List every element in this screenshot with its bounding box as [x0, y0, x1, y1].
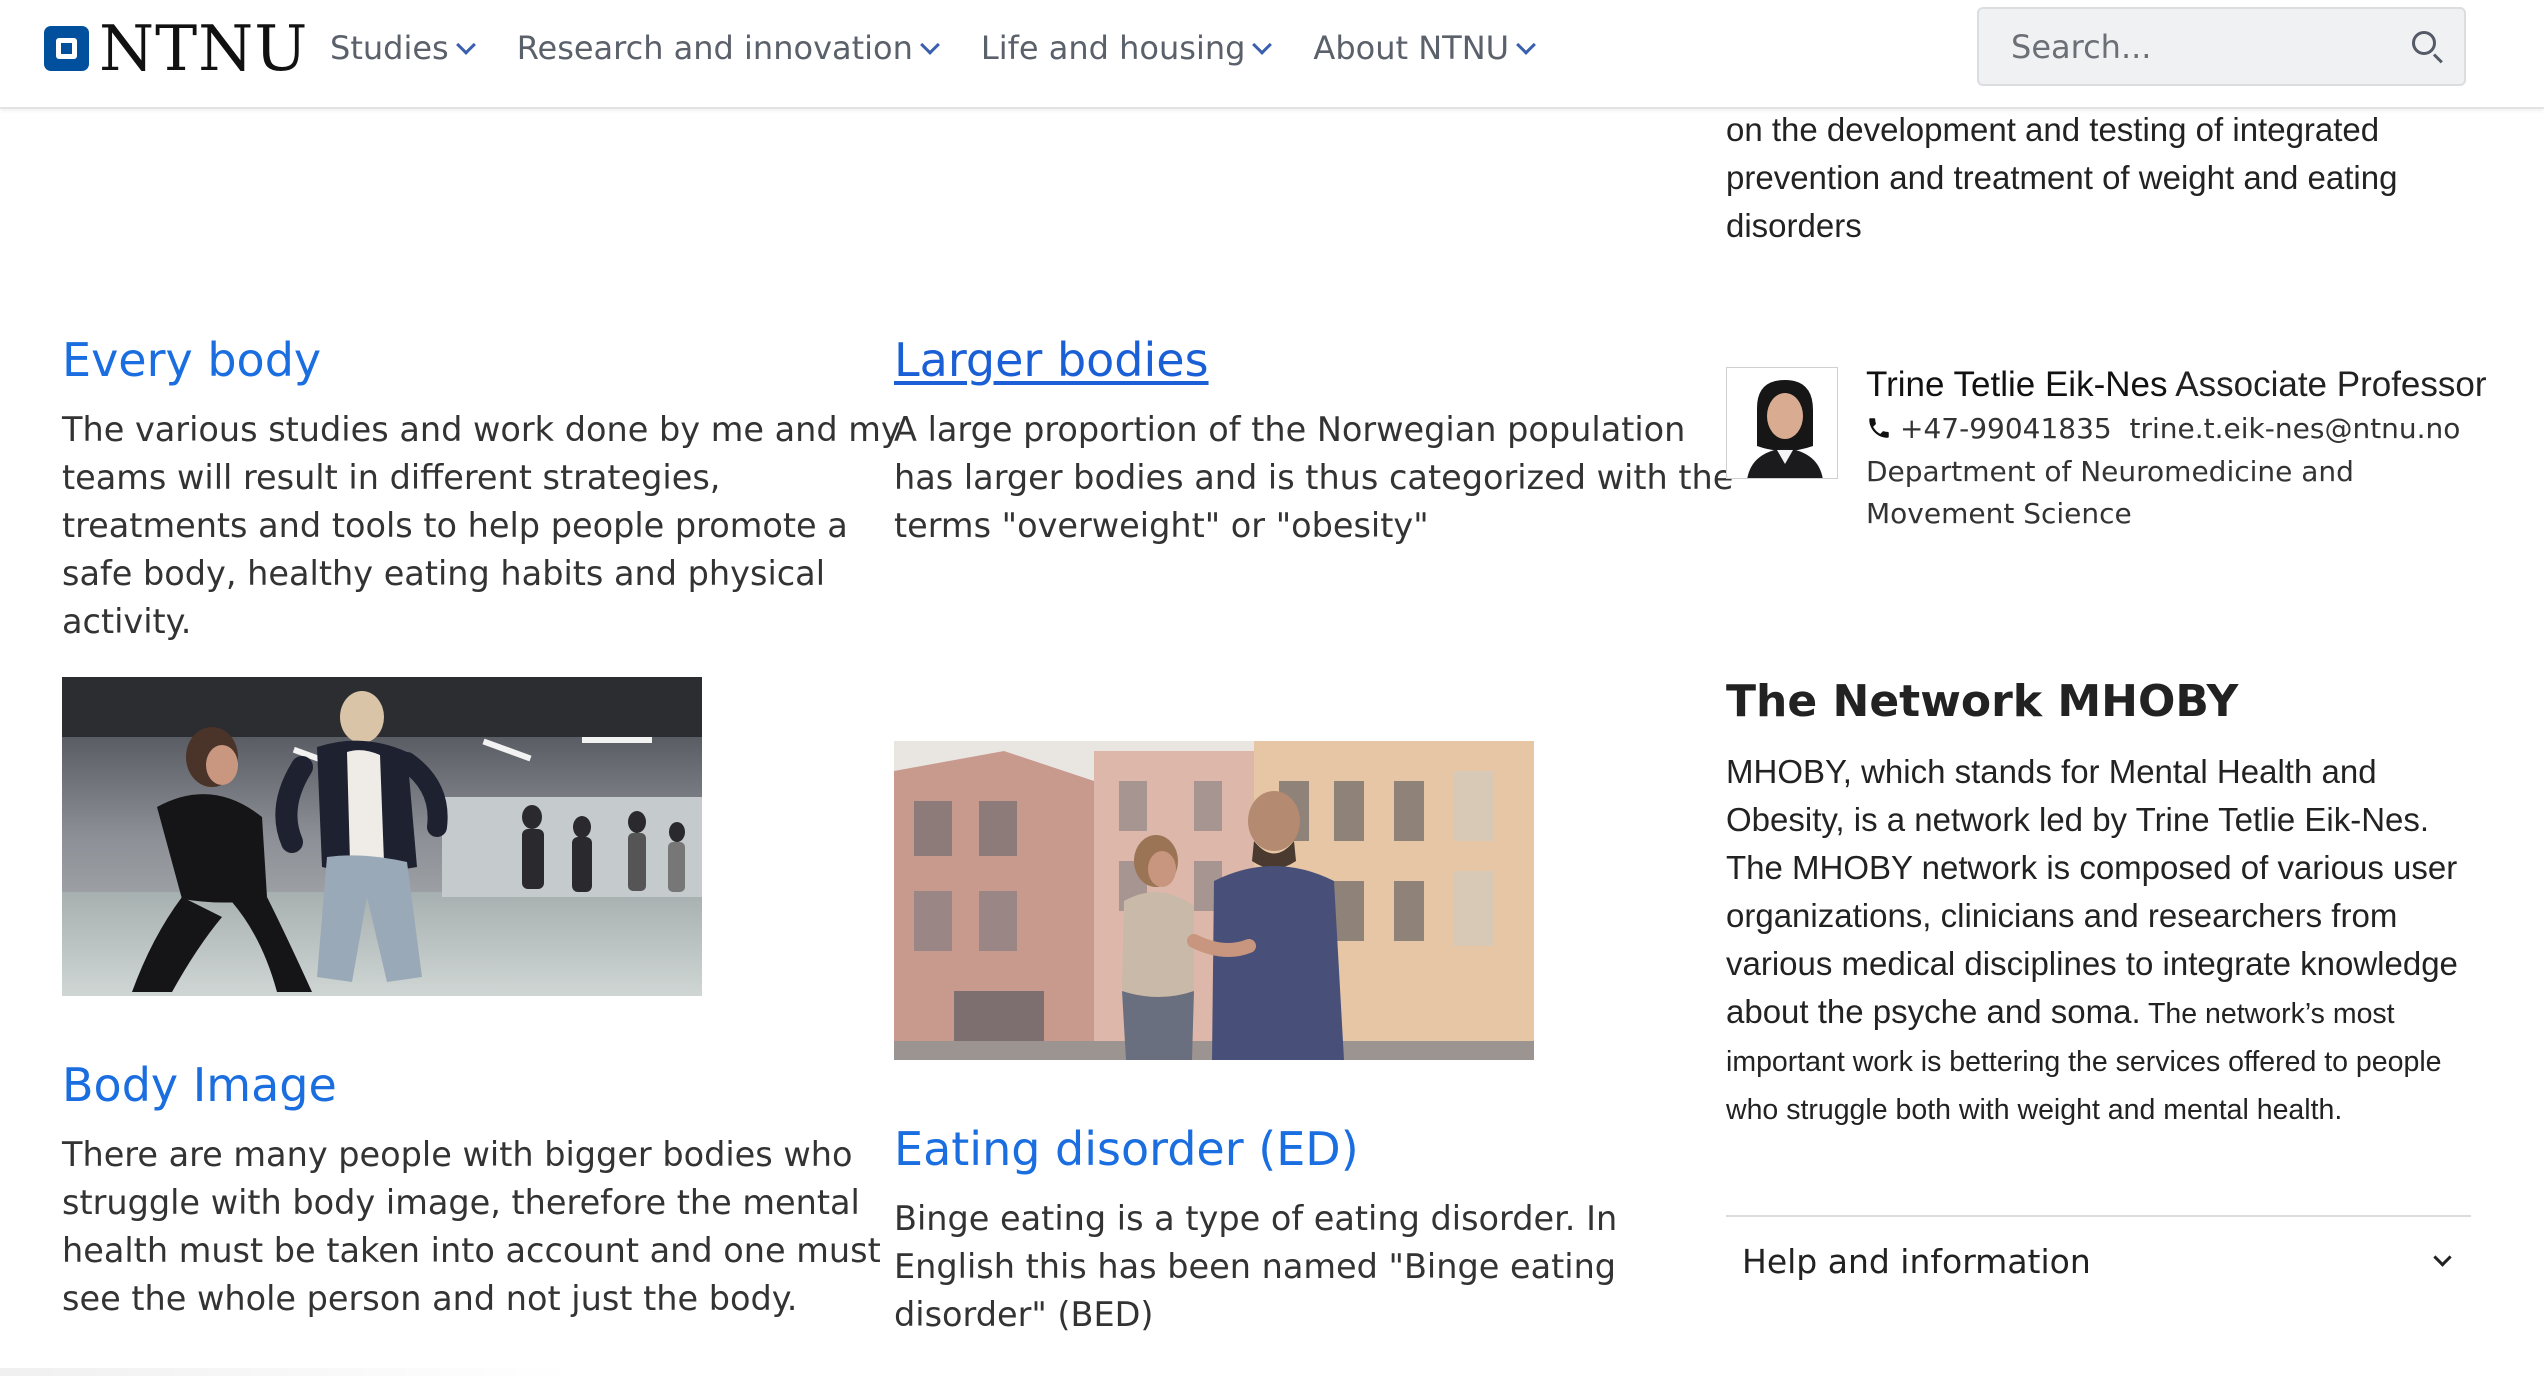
text-line: activity. — [62, 602, 192, 641]
text-line: disorders — [1726, 207, 1862, 244]
text-line: treatments and tools to help people prom… — [62, 506, 848, 545]
text-line: Obesity, is a network led by Trine Tetli… — [1726, 801, 2430, 838]
text-line: disorder" (BED) — [894, 1295, 1154, 1334]
text-line: organizations, clinicians and researcher… — [1726, 897, 2398, 934]
text-line: The MHOBY network is composed of various… — [1726, 849, 2458, 886]
larger-bodies-link[interactable]: Larger bodies — [894, 333, 1209, 387]
text-line: see the whole person and not just the bo… — [62, 1279, 798, 1318]
text-line: has larger bodies and is thus categorize… — [894, 458, 1734, 497]
text-line: on the development and testing of integr… — [1726, 111, 2380, 148]
help-label: Help and information — [1742, 1241, 2091, 1281]
text-line: MHOBY, which stands for Mental Health an… — [1726, 753, 2377, 790]
text-line: important work is bettering the services… — [1726, 1046, 2442, 1078]
contact-phone[interactable]: +47-99041835 — [1900, 412, 2112, 445]
main-nav: Studies Research and innovation Life and… — [330, 0, 1577, 95]
nav-label: Life and housing — [980, 28, 1246, 67]
contact-email[interactable]: trine.t.eik-nes@ntnu.no — [2130, 412, 2461, 445]
intro-paragraph: on the development and testing of integr… — [1726, 106, 2397, 250]
help-accordion[interactable]: Help and information — [1726, 1215, 2471, 1305]
chevron-down-icon — [455, 34, 476, 55]
divider — [0, 1368, 580, 1376]
network-text: MHOBY, which stands for Mental Health an… — [1726, 748, 2458, 1134]
every-body-title[interactable]: Every body — [62, 333, 321, 387]
text-line: teams will result in different strategie… — [62, 458, 721, 497]
text-line: struggle with body image, therefore the … — [62, 1183, 860, 1222]
contact-department[interactable]: Department of Neuromedicine and Movement… — [1866, 451, 2354, 535]
contact-name[interactable]: Trine Tetlie Eik-Nes — [1866, 365, 2167, 404]
nav-research-and-innovation[interactable]: Research and innovation — [516, 28, 940, 67]
text-line: There are many people with bigger bodies… — [62, 1135, 853, 1174]
chevron-down-icon — [2433, 1247, 2452, 1267]
text-line: terms "overweight" or "obesity" — [894, 506, 1429, 545]
ntnu-logo-icon — [44, 25, 89, 71]
text-line: Movement Science — [1866, 497, 2132, 530]
text-line: The various studies and work done by me … — [62, 410, 901, 449]
nav-life-and-housing[interactable]: Life and housing — [980, 28, 1273, 67]
search-input[interactable] — [2011, 27, 2410, 66]
text-line: prevention and treatment of weight and e… — [1726, 159, 2398, 196]
chevron-down-icon — [920, 34, 940, 55]
nav-studies[interactable]: Studies — [330, 28, 476, 67]
eating-disorder-text: Binge eating is a type of eating disorde… — [894, 1195, 1617, 1339]
contact-title: Associate Professor — [2167, 365, 2487, 404]
nav-about-ntnu[interactable]: About NTNU — [1313, 28, 1536, 67]
ntnu-logo[interactable]: NTNU — [44, 17, 308, 80]
nav-label: Research and innovation — [516, 28, 913, 67]
logo-text: NTNU — [99, 11, 309, 85]
every-body-text: The various studies and work done by me … — [62, 406, 901, 646]
couple-image — [894, 741, 1534, 1060]
network-title: The Network MHOBY — [1726, 676, 2239, 727]
nav-label: About NTNU — [1313, 28, 1510, 67]
text-line: safe body, healthy eating habits and phy… — [62, 554, 826, 593]
contact-phone-email: +47-99041835 trine.t.eik-nes@ntnu.no — [1866, 412, 2460, 445]
phone-icon — [1869, 418, 1889, 438]
contact-avatar — [1726, 367, 1838, 479]
search-box — [1977, 7, 2466, 86]
text-line: Department of Neuromedicine and — [1866, 455, 2354, 488]
site-header: NTNU Studies Research and innovation Lif… — [0, 0, 2544, 109]
dance-studio-image — [62, 677, 702, 996]
text-line: who struggle both with weight and mental… — [1726, 1094, 2343, 1126]
text-line: English this has been named "Binge eatin… — [894, 1247, 1617, 1286]
text-span: about the psyche and soma. — [1726, 993, 2141, 1030]
text-line: Binge eating is a type of eating disorde… — [894, 1199, 1618, 1238]
nav-label: Studies — [330, 28, 449, 67]
search-icon[interactable] — [2410, 29, 2443, 65]
text-line: various medical disciplines to integrate… — [1726, 945, 2458, 982]
larger-bodies-text: A large proportion of the Norwegian popu… — [894, 406, 1733, 550]
text-span: The network’s most — [2140, 998, 2395, 1030]
chevron-down-icon — [1252, 34, 1273, 55]
contact-name-line: Trine Tetlie Eik-Nes Associate Professor — [1866, 365, 2487, 405]
chevron-down-icon — [1516, 34, 1536, 55]
text-line: A large proportion of the Norwegian popu… — [894, 410, 1686, 449]
text-line: health must be taken into account and on… — [62, 1231, 881, 1270]
body-image-text: There are many people with bigger bodies… — [62, 1131, 881, 1323]
text-line: about the psyche and soma. The network’s… — [1726, 988, 2458, 1038]
eating-disorder-title[interactable]: Eating disorder (ED) — [894, 1122, 1359, 1176]
body-image-title[interactable]: Body Image — [62, 1058, 337, 1112]
